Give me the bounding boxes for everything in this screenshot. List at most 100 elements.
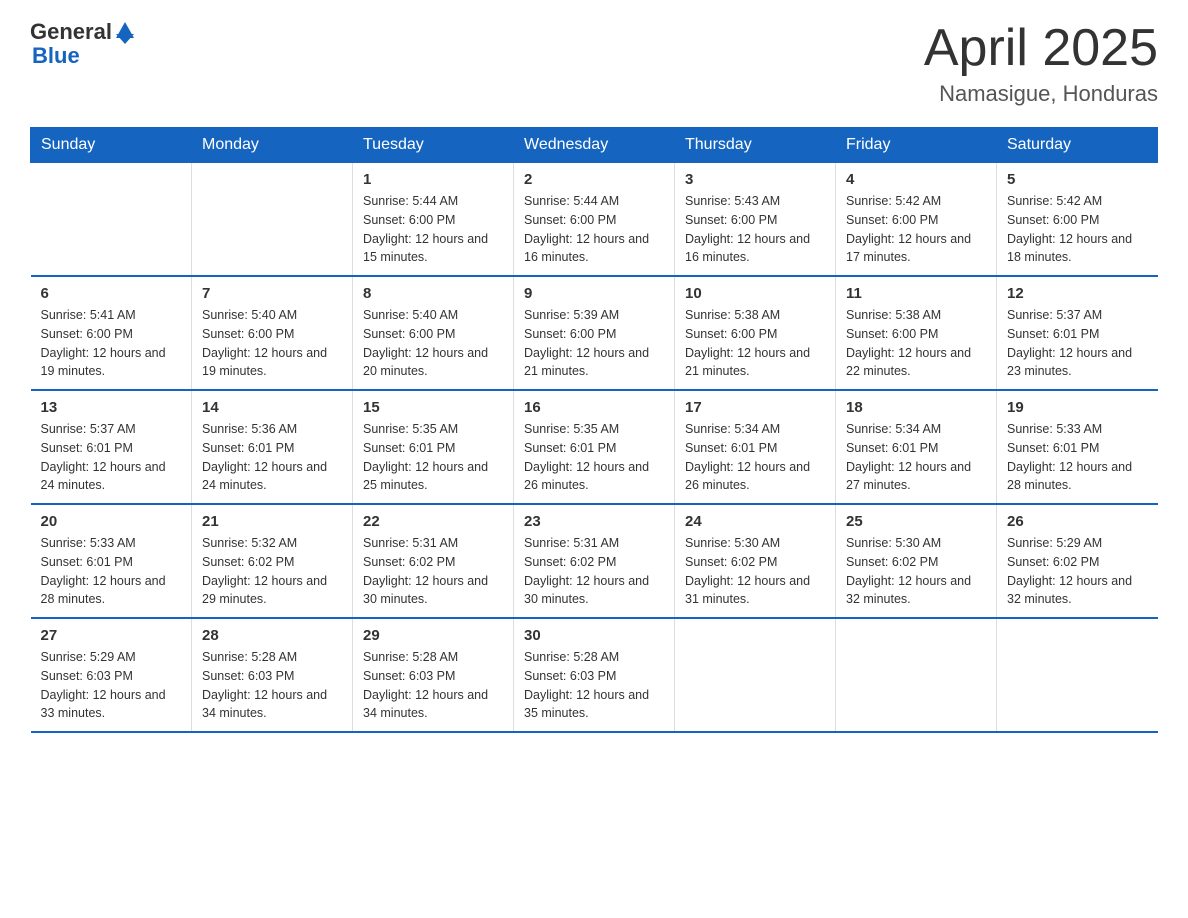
logo: General Blue xyxy=(30,20,134,68)
day-info: Sunrise: 5:40 AMSunset: 6:00 PMDaylight:… xyxy=(363,306,503,381)
day-number: 20 xyxy=(41,513,182,530)
day-number: 16 xyxy=(524,399,664,416)
table-row: 4 Sunrise: 5:42 AMSunset: 6:00 PMDaylight… xyxy=(836,163,997,277)
table-row xyxy=(192,163,353,277)
table-row: 25 Sunrise: 5:30 AMSunset: 6:02 PMDayligh… xyxy=(836,504,997,618)
day-number: 9 xyxy=(524,285,664,302)
logo-general-text: General xyxy=(30,20,112,44)
table-row: 16 Sunrise: 5:35 AMSunset: 6:01 PMDayligh… xyxy=(514,390,675,504)
day-info: Sunrise: 5:40 AMSunset: 6:00 PMDaylight:… xyxy=(202,306,342,381)
location-subtitle: Namasigue, Honduras xyxy=(924,81,1158,107)
header-saturday: Saturday xyxy=(997,128,1158,163)
day-number: 30 xyxy=(524,627,664,644)
day-number: 4 xyxy=(846,171,986,188)
day-info: Sunrise: 5:35 AMSunset: 6:01 PMDaylight:… xyxy=(524,420,664,495)
day-info: Sunrise: 5:28 AMSunset: 6:03 PMDaylight:… xyxy=(363,648,503,723)
table-row: 12 Sunrise: 5:37 AMSunset: 6:01 PMDayligh… xyxy=(997,276,1158,390)
day-info: Sunrise: 5:33 AMSunset: 6:01 PMDaylight:… xyxy=(1007,420,1148,495)
day-number: 7 xyxy=(202,285,342,302)
table-row: 9Sunrise: 5:39 AMSunset: 6:00 PMDaylight… xyxy=(514,276,675,390)
header-wednesday: Wednesday xyxy=(514,128,675,163)
day-number: 25 xyxy=(846,513,986,530)
calendar-week-row: 6 Sunrise: 5:41 AMSunset: 6:00 PMDaylight… xyxy=(31,276,1158,390)
logo-triangle-bottom xyxy=(116,34,134,44)
table-row: 13Sunrise: 5:37 AMSunset: 6:01 PMDayligh… xyxy=(31,390,192,504)
day-info: Sunrise: 5:43 AMSunset: 6:00 PMDaylight:… xyxy=(685,192,825,267)
day-info: Sunrise: 5:28 AMSunset: 6:03 PMDaylight:… xyxy=(202,648,342,723)
day-info: Sunrise: 5:30 AMSunset: 6:02 PMDaylight:… xyxy=(846,534,986,609)
day-number: 14 xyxy=(202,399,342,416)
day-info: Sunrise: 5:30 AMSunset: 6:02 PMDaylight:… xyxy=(685,534,825,609)
table-row xyxy=(31,163,192,277)
table-row: 21 Sunrise: 5:32 AMSunset: 6:02 PMDayligh… xyxy=(192,504,353,618)
table-row xyxy=(997,618,1158,732)
day-number: 17 xyxy=(685,399,825,416)
day-number: 18 xyxy=(846,399,986,416)
day-info: Sunrise: 5:29 AMSunset: 6:02 PMDaylight:… xyxy=(1007,534,1148,609)
day-number: 11 xyxy=(846,285,986,302)
day-info: Sunrise: 5:28 AMSunset: 6:03 PMDaylight:… xyxy=(524,648,664,723)
calendar-week-row: 1 Sunrise: 5:44 AMSunset: 6:00 PMDaylight… xyxy=(31,163,1158,277)
day-number: 21 xyxy=(202,513,342,530)
day-info: Sunrise: 5:41 AMSunset: 6:00 PMDaylight:… xyxy=(41,306,182,381)
day-info: Sunrise: 5:34 AMSunset: 6:01 PMDaylight:… xyxy=(685,420,825,495)
table-row: 10 Sunrise: 5:38 AMSunset: 6:00 PMDayligh… xyxy=(675,276,836,390)
day-info: Sunrise: 5:38 AMSunset: 6:00 PMDaylight:… xyxy=(685,306,825,381)
calendar-week-row: 13Sunrise: 5:37 AMSunset: 6:01 PMDayligh… xyxy=(31,390,1158,504)
day-number: 19 xyxy=(1007,399,1148,416)
day-info: Sunrise: 5:33 AMSunset: 6:01 PMDaylight:… xyxy=(41,534,182,609)
day-info: Sunrise: 5:44 AMSunset: 6:00 PMDaylight:… xyxy=(363,192,503,267)
day-info: Sunrise: 5:37 AMSunset: 6:01 PMDaylight:… xyxy=(1007,306,1148,381)
day-info: Sunrise: 5:34 AMSunset: 6:01 PMDaylight:… xyxy=(846,420,986,495)
title-area: April 2025 Namasigue, Honduras xyxy=(924,20,1158,107)
day-number: 26 xyxy=(1007,513,1148,530)
day-number: 22 xyxy=(363,513,503,530)
table-row: 11 Sunrise: 5:38 AMSunset: 6:00 PMDayligh… xyxy=(836,276,997,390)
table-row: 14 Sunrise: 5:36 AMSunset: 6:01 PMDayligh… xyxy=(192,390,353,504)
day-number: 2 xyxy=(524,171,664,188)
header-tuesday: Tuesday xyxy=(353,128,514,163)
day-number: 3 xyxy=(685,171,825,188)
day-number: 28 xyxy=(202,627,342,644)
table-row: 17 Sunrise: 5:34 AMSunset: 6:01 PMDayligh… xyxy=(675,390,836,504)
table-row xyxy=(836,618,997,732)
day-number: 10 xyxy=(685,285,825,302)
day-number: 23 xyxy=(524,513,664,530)
table-row: 3 Sunrise: 5:43 AMSunset: 6:00 PMDaylight… xyxy=(675,163,836,277)
header-sunday: Sunday xyxy=(31,128,192,163)
day-info: Sunrise: 5:37 AMSunset: 6:01 PMDaylight:… xyxy=(41,420,182,495)
table-row: 20 Sunrise: 5:33 AMSunset: 6:01 PMDayligh… xyxy=(31,504,192,618)
day-number: 6 xyxy=(41,285,182,302)
day-info: Sunrise: 5:42 AMSunset: 6:00 PMDaylight:… xyxy=(846,192,986,267)
day-info: Sunrise: 5:31 AMSunset: 6:02 PMDaylight:… xyxy=(524,534,664,609)
table-row: 19 Sunrise: 5:33 AMSunset: 6:01 PMDayligh… xyxy=(997,390,1158,504)
table-row: 28 Sunrise: 5:28 AMSunset: 6:03 PMDayligh… xyxy=(192,618,353,732)
table-row: 7 Sunrise: 5:40 AMSunset: 6:00 PMDaylight… xyxy=(192,276,353,390)
table-row: 8 Sunrise: 5:40 AMSunset: 6:00 PMDaylight… xyxy=(353,276,514,390)
table-row: 1 Sunrise: 5:44 AMSunset: 6:00 PMDaylight… xyxy=(353,163,514,277)
table-row: 23 Sunrise: 5:31 AMSunset: 6:02 PMDayligh… xyxy=(514,504,675,618)
table-row xyxy=(675,618,836,732)
table-row: 24Sunrise: 5:30 AMSunset: 6:02 PMDayligh… xyxy=(675,504,836,618)
calendar-week-row: 20 Sunrise: 5:33 AMSunset: 6:01 PMDayligh… xyxy=(31,504,1158,618)
calendar-header-row: Sunday Monday Tuesday Wednesday Thursday… xyxy=(31,128,1158,163)
month-year-title: April 2025 xyxy=(924,20,1158,77)
day-number: 29 xyxy=(363,627,503,644)
page-header: General Blue April 2025 Namasigue, Hondu… xyxy=(30,20,1158,107)
day-info: Sunrise: 5:42 AMSunset: 6:00 PMDaylight:… xyxy=(1007,192,1148,267)
day-number: 8 xyxy=(363,285,503,302)
table-row: 6 Sunrise: 5:41 AMSunset: 6:00 PMDaylight… xyxy=(31,276,192,390)
header-monday: Monday xyxy=(192,128,353,163)
day-number: 1 xyxy=(363,171,503,188)
day-number: 15 xyxy=(363,399,503,416)
day-info: Sunrise: 5:44 AMSunset: 6:00 PMDaylight:… xyxy=(524,192,664,267)
table-row: 29 Sunrise: 5:28 AMSunset: 6:03 PMDayligh… xyxy=(353,618,514,732)
day-info: Sunrise: 5:32 AMSunset: 6:02 PMDaylight:… xyxy=(202,534,342,609)
day-number: 27 xyxy=(41,627,182,644)
table-row: 30 Sunrise: 5:28 AMSunset: 6:03 PMDayligh… xyxy=(514,618,675,732)
day-info: Sunrise: 5:38 AMSunset: 6:00 PMDaylight:… xyxy=(846,306,986,381)
day-info: Sunrise: 5:36 AMSunset: 6:01 PMDaylight:… xyxy=(202,420,342,495)
day-number: 12 xyxy=(1007,285,1148,302)
calendar-week-row: 27Sunrise: 5:29 AMSunset: 6:03 PMDayligh… xyxy=(31,618,1158,732)
header-friday: Friday xyxy=(836,128,997,163)
